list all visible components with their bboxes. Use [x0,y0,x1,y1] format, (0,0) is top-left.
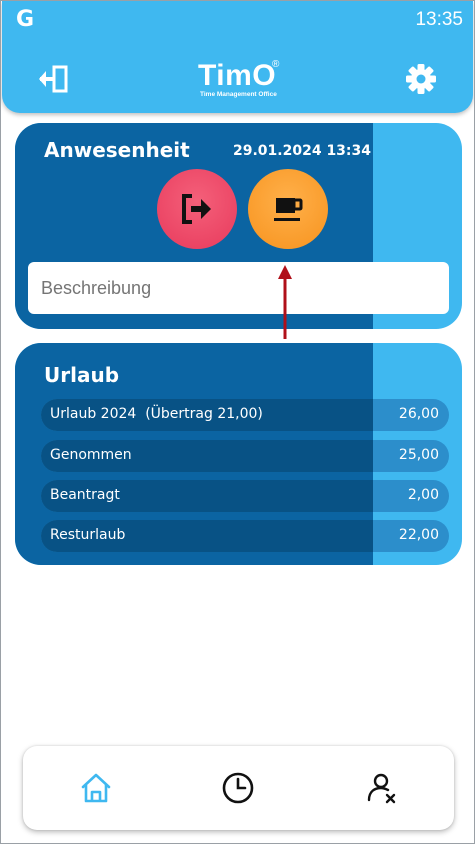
description-input[interactable] [28,262,449,314]
coffee-cup-icon [274,198,303,221]
timo-logo: TimO ® Time Management Office [198,59,290,101]
status-app-letter: G [16,7,35,32]
row-label: Beantragt [50,487,120,503]
row-value: 22,00 [398,527,439,543]
status-time: 13:35 [415,9,463,30]
logo-text: TimO [198,59,277,92]
logo-subtitle: Time Management Office [200,91,277,98]
home-icon[interactable] [78,770,114,806]
vacation-row-taken: Genommen 25,00 [41,440,449,472]
row-label: Urlaub 2024 (Übertrag 21,00) [50,406,263,422]
clock-out-icon [182,194,211,224]
row-value: 2,00 [407,487,439,503]
user-remove-icon[interactable] [364,770,400,806]
vacation-title: Urlaub [44,363,120,387]
row-label: Resturlaub [50,527,126,543]
attendance-datetime: 29.01.2024 13:34 [233,143,372,159]
attendance-card: Anwesenheit 29.01.2024 13:34 [15,123,462,329]
row-label: Genommen [50,447,132,463]
vacation-row-total: Urlaub 2024 (Übertrag 21,00) 26,00 [41,399,449,431]
app-screen: G 13:35 TimO ® Time Management Office An… [0,0,475,844]
vacation-row-requested: Beantragt 2,00 [41,480,449,512]
row-value: 26,00 [398,406,439,422]
logout-icon[interactable] [38,65,68,93]
logo-registered-mark: ® [272,59,280,70]
app-header: G 13:35 TimO ® Time Management Office [2,1,473,113]
vacation-card: Urlaub Urlaub 2024 (Übertrag 21,00) 26,0… [15,343,462,565]
clock-icon[interactable] [220,770,256,806]
break-button[interactable] [248,169,328,249]
vacation-row-remaining: Resturlaub 22,00 [41,520,449,552]
bottom-nav [23,746,454,830]
clock-out-button[interactable] [157,169,237,249]
attendance-title: Anwesenheit [44,138,190,162]
gear-icon[interactable] [405,63,437,95]
row-value: 25,00 [398,447,439,463]
annotation-arrow [278,265,292,339]
